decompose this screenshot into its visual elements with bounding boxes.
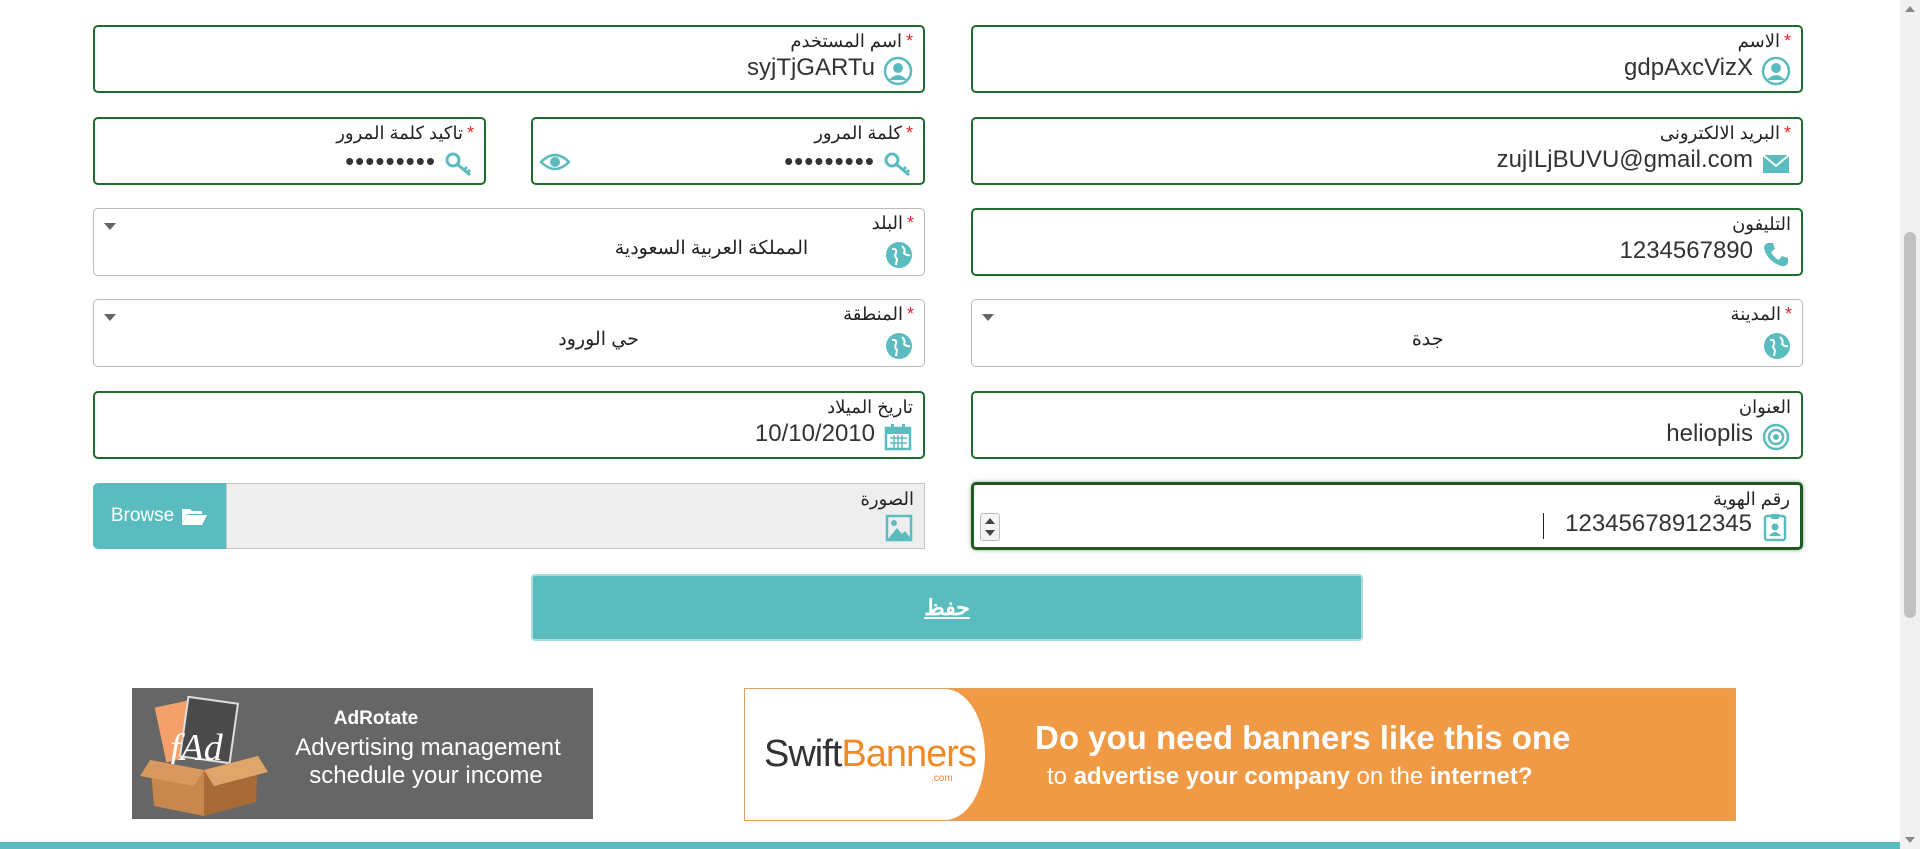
svg-text:fAd: fAd [170, 727, 224, 769]
globe-icon [884, 240, 914, 270]
scroll-down-arrow-icon[interactable] [1905, 837, 1915, 843]
adrotate-title: AdRotate [333, 708, 419, 729]
country-label: *البلد [871, 213, 914, 233]
birthdate-field[interactable]: تاريخ الميلاد 10/10/2010 [93, 391, 925, 459]
region-label: *المنطقة [843, 304, 914, 324]
name-label: *الاسم [1737, 31, 1791, 51]
name-input[interactable]: gdpAxcVizX [1624, 54, 1753, 82]
city-label: *المدينة [1730, 304, 1792, 324]
id-number-input[interactable]: 12345678912345 [1565, 510, 1752, 538]
user-icon [883, 56, 913, 86]
region-select[interactable]: *المنطقة حي الورود [93, 299, 925, 367]
country-value: المملكة العربية السعودية [614, 238, 809, 259]
swiftbanners-logo: SwiftBanners [764, 733, 977, 775]
swiftbanners-banner[interactable]: SwiftBanners .com Do you need banners li… [744, 688, 1736, 821]
envelope-icon [1761, 148, 1791, 178]
image-icon [884, 513, 914, 543]
browse-button[interactable]: Browse [93, 483, 226, 549]
confirm-password-label: *تاكيد كلمة المرور [336, 123, 474, 143]
vertical-scrollbar[interactable] [1900, 0, 1920, 849]
username-label: *اسم المستخدم [790, 31, 913, 51]
browse-label: Browse [110, 505, 175, 526]
number-spinner[interactable] [980, 513, 1000, 541]
swiftbanners-subline: to advertise your company on the interne… [1047, 763, 1533, 790]
globe-icon [884, 331, 914, 361]
chevron-down-icon[interactable] [104, 314, 116, 321]
phone-label: التليفون [1732, 214, 1791, 234]
phone-field[interactable]: التليفون 1234567890 [971, 208, 1803, 276]
phone-icon [1761, 239, 1791, 269]
globe-icon [1762, 331, 1792, 361]
birthdate-label: تاريخ الميلاد [827, 397, 913, 417]
address-label: العنوان [1738, 397, 1791, 417]
address-input[interactable]: helioplis [1666, 420, 1753, 448]
eye-icon[interactable] [539, 151, 571, 173]
swiftbanners-com: .com [931, 773, 953, 784]
confirm-password-field[interactable]: *تاكيد كلمة المرور ••••••••• [93, 117, 486, 185]
folder-open-icon [182, 509, 208, 525]
adrotate-line2: schedule your income [309, 762, 543, 789]
chevron-down-icon[interactable] [104, 223, 116, 230]
key-icon [883, 148, 913, 178]
key-icon [444, 148, 474, 178]
username-field[interactable]: *اسم المستخدم syjTjGARTu [93, 25, 925, 93]
email-label: *البريد الالكترونى [1659, 123, 1791, 143]
adrotate-line1: Advertising management [295, 734, 561, 761]
calendar-icon [883, 422, 913, 452]
email-input[interactable]: zujILjBUVU@gmail.com [1497, 146, 1753, 174]
id-number-label: رقم الهوية [1712, 489, 1790, 509]
scrollbar-thumb[interactable] [1904, 232, 1916, 618]
user-icon [1761, 56, 1791, 86]
email-field[interactable]: *البريد الالكترونى zujILjBUVU@gmail.com [971, 117, 1803, 185]
phone-input[interactable]: 1234567890 [1620, 237, 1753, 265]
photo-label: الصورة [860, 489, 914, 509]
footer-bar [0, 842, 1900, 849]
text-cursor [1543, 513, 1544, 539]
password-field[interactable]: *كلمة المرور ••••••••• [531, 117, 925, 185]
confirm-password-input[interactable]: ••••••••• [345, 146, 436, 177]
address-field[interactable]: العنوان helioplis [971, 391, 1803, 459]
swiftbanners-headline: Do you need banners like this one [1035, 719, 1571, 756]
birthdate-input[interactable]: 10/10/2010 [755, 420, 875, 448]
box-illustration: fAd [140, 696, 268, 816]
chevron-down-icon[interactable] [982, 314, 994, 321]
region-value: حي الورود [558, 329, 639, 350]
id-badge-icon [1760, 512, 1790, 542]
city-select[interactable]: *المدينة جدة [971, 299, 1803, 367]
adrotate-banner[interactable]: fAd AdRotate Advertising management sche… [132, 688, 593, 819]
name-field[interactable]: *الاسم gdpAxcVizX [971, 25, 1803, 93]
photo-file-input[interactable]: الصورة [226, 483, 925, 549]
city-value: جدة [1411, 329, 1444, 350]
username-input[interactable]: syjTjGARTu [747, 54, 875, 82]
country-select[interactable]: *البلد المملكة العربية السعودية [93, 208, 925, 276]
password-label: *كلمة المرور [814, 123, 913, 143]
password-input[interactable]: ••••••••• [784, 146, 875, 177]
scroll-up-arrow-icon[interactable] [1905, 6, 1915, 12]
target-icon [1761, 422, 1791, 452]
id-number-field[interactable]: رقم الهوية 12345678912345 [971, 482, 1803, 550]
save-button[interactable]: حفظ [531, 574, 1363, 641]
